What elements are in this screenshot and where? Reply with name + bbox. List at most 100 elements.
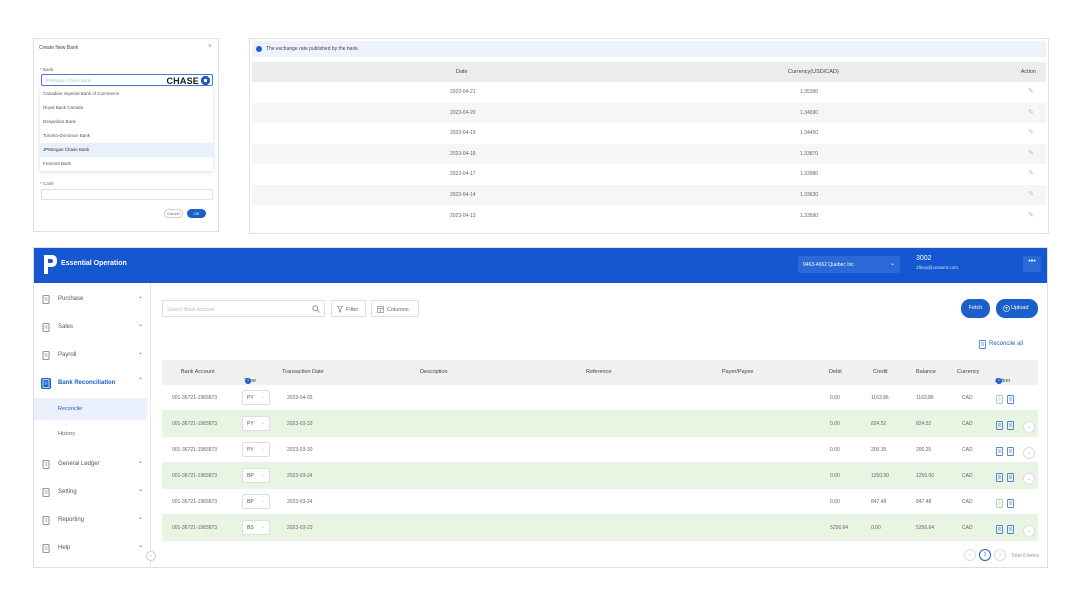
reconcile-doc-icon[interactable]	[996, 499, 1003, 508]
expand-row-button[interactable]: ⌄	[1023, 473, 1035, 485]
bank-option[interactable]: Desjardins Bank	[40, 115, 213, 129]
reconcile-doc-icon[interactable]	[996, 525, 1003, 534]
cash-field[interactable]	[41, 189, 213, 200]
type-select[interactable]: BP ⌄	[242, 494, 270, 509]
edit-icon[interactable]: ✎	[1028, 169, 1034, 177]
prev-page-button[interactable]: ‹	[964, 549, 976, 561]
page-button-current[interactable]: 1	[979, 549, 991, 561]
bank-select-placeholder: JPMorgan Chase Bank	[45, 78, 92, 83]
cell-transaction-date: 2023-04-03	[287, 395, 313, 401]
expand-row-button[interactable]: ⌄	[1023, 421, 1035, 433]
view-doc-icon[interactable]	[1007, 421, 1014, 430]
cell-currency: CAD	[962, 525, 973, 531]
columns-icon	[377, 306, 384, 313]
table-row[interactable]: 001-36721-1983873 BP ⌄ 2023-03-24 0.00 1250.0…	[162, 463, 1038, 489]
view-doc-icon[interactable]	[1007, 473, 1014, 482]
sidebar-item-bank-reconciliation[interactable]: Bank Reconciliation ⌃	[34, 371, 151, 395]
sidebar-item-reporting[interactable]: Reporting ⌄	[34, 508, 151, 532]
sidebar-item-sales[interactable]: Sales ⌄	[34, 315, 151, 339]
type-select[interactable]: BP ⌄	[242, 468, 270, 483]
chevron-down-icon: ⌄	[137, 322, 143, 328]
filter-icon	[337, 306, 343, 313]
view-doc-icon[interactable]	[1007, 499, 1014, 508]
reconcile-doc-icon[interactable]	[996, 447, 1003, 456]
store-icon	[41, 322, 51, 333]
edit-icon[interactable]: ✎	[1028, 190, 1034, 198]
view-doc-icon[interactable]	[1007, 447, 1014, 456]
chevron-down-icon: ⌄	[137, 515, 143, 521]
chevron-down-icon: ⌄	[137, 459, 143, 465]
edit-icon[interactable]: ✎	[1028, 211, 1034, 219]
type-select[interactable]: PY ⌄	[242, 442, 270, 457]
close-icon[interactable]: ×	[208, 43, 212, 50]
view-doc-icon[interactable]	[1007, 525, 1014, 534]
reconcile-doc-icon[interactable]	[996, 421, 1003, 430]
edit-icon[interactable]: ✎	[1028, 149, 1034, 157]
collapse-sidebar-button[interactable]: ‹	[146, 551, 156, 561]
upload-button[interactable]: Upload	[996, 299, 1038, 318]
bank-option[interactable]: JPMorgan Chase Bank	[40, 143, 213, 157]
cell-transaction-date: 2023-03-24	[287, 473, 313, 479]
rate-value: 1.33590	[800, 212, 819, 219]
bank-select[interactable]: JPMorgan Chase Bank CHASE	[41, 74, 213, 86]
reconcile-all-link[interactable]: Reconcile all	[979, 340, 1024, 349]
rate-date: 2023-04-19	[450, 130, 476, 137]
bank-option[interactable]: Royal Bank Canada	[40, 101, 213, 115]
sidebar-item-setting[interactable]: Setting ⌄	[34, 480, 151, 504]
rate-date: 2023-04-20	[450, 109, 476, 116]
sidebar-item-label: General Ledger	[58, 461, 100, 467]
search-input[interactable]: Search Bank Account	[162, 300, 325, 317]
fetch-button[interactable]: Fetch	[961, 299, 990, 318]
edit-icon[interactable]: ✎	[1028, 108, 1034, 116]
table-row[interactable]: 001-36721-1983873 BP ⌄ 2023-03-24 0.00 847.48…	[162, 489, 1038, 515]
company-select[interactable]: 9463-4662 Quebec Inc ⌄	[798, 256, 900, 273]
sidebar-item-general-ledger[interactable]: General Ledger ⌄	[34, 452, 151, 476]
next-page-button[interactable]: ›	[994, 549, 1006, 561]
edit-icon[interactable]: ✎	[1028, 87, 1034, 95]
expand-row-button[interactable]: ⌄	[1023, 525, 1035, 537]
table-row[interactable]: 001-36721-1983873 PY ⌄ 2023-03-30 0.00 200.35…	[162, 437, 1038, 463]
col-transaction-date: Transaction Date	[282, 369, 324, 375]
reconcile-doc-icon[interactable]	[996, 395, 1003, 404]
sidebar-item-purchase[interactable]: Purchase ⌄	[34, 287, 151, 311]
create-bank-dialog: Create New Bank × * Bank JPMorgan Chase …	[33, 38, 219, 232]
reconcile-all-label: Reconcile all	[989, 341, 1024, 347]
type-value: BS	[247, 525, 254, 531]
cell-debit: 0.00	[830, 473, 840, 479]
filter-button[interactable]: Filter	[331, 300, 366, 317]
sidebar-subitem-reconcile[interactable]: Reconcile	[34, 398, 147, 420]
table-row[interactable]: 001-36721-1983873 BS ⌄ 2023-03-23 5256.64 0.0…	[162, 515, 1038, 541]
type-select[interactable]: BS ⌄	[242, 520, 270, 535]
total-items: Total 6 items	[1011, 553, 1040, 559]
type-select[interactable]: PY ⌄	[242, 390, 270, 405]
exchange-rate-panel: The exchange rate published by the bank.…	[249, 38, 1049, 234]
cancel-button[interactable]: Cancel	[164, 209, 183, 218]
sidebar-subitem-history[interactable]: History	[34, 423, 147, 445]
edit-icon[interactable]: ✎	[1028, 128, 1034, 136]
chase-logo: CHASE	[166, 76, 199, 86]
cell-credit: 1250.00	[871, 473, 890, 479]
type-select[interactable]: PY ⌄	[242, 416, 270, 431]
question-icon[interactable]: ?	[245, 378, 251, 384]
reconcile-doc-icon	[979, 340, 986, 349]
bank-option[interactable]: Canadian Imperial Bank of Commerce	[40, 87, 213, 101]
ok-button[interactable]: OK	[187, 209, 206, 218]
reconcile-doc-icon[interactable]	[996, 473, 1003, 482]
layers-icon	[41, 459, 51, 470]
sidebar-item-payroll[interactable]: Payroll ⌄	[34, 343, 151, 367]
sidebar-subitem-label: Reconcile	[58, 406, 83, 412]
bank-option[interactable]: Fremont Bank	[40, 157, 213, 171]
question-icon[interactable]: ?	[996, 378, 1002, 384]
more-button[interactable]: •••	[1023, 256, 1041, 272]
col-currency: Currency	[957, 369, 980, 375]
expand-row-button[interactable]: ⌄	[1023, 447, 1035, 459]
sidebar-item-help[interactable]: Help ⌄	[34, 536, 151, 560]
bank-option[interactable]: Toronto-Dominion Bank	[40, 129, 213, 143]
table-row[interactable]: 001-36721-1983873 PY ⌄ 2023-03-33 0.00 824.52…	[162, 411, 1038, 437]
chevron-down-icon: ⌄	[260, 420, 265, 426]
sidebar-subitem-label: History	[58, 431, 76, 437]
type-value: PY	[247, 447, 254, 453]
view-doc-icon[interactable]	[1007, 395, 1014, 404]
columns-button[interactable]: Columns	[371, 300, 419, 317]
table-row[interactable]: 001-36721-1983873 PY ⌄ 2023-04-03 0.00 1163.8…	[162, 385, 1038, 411]
